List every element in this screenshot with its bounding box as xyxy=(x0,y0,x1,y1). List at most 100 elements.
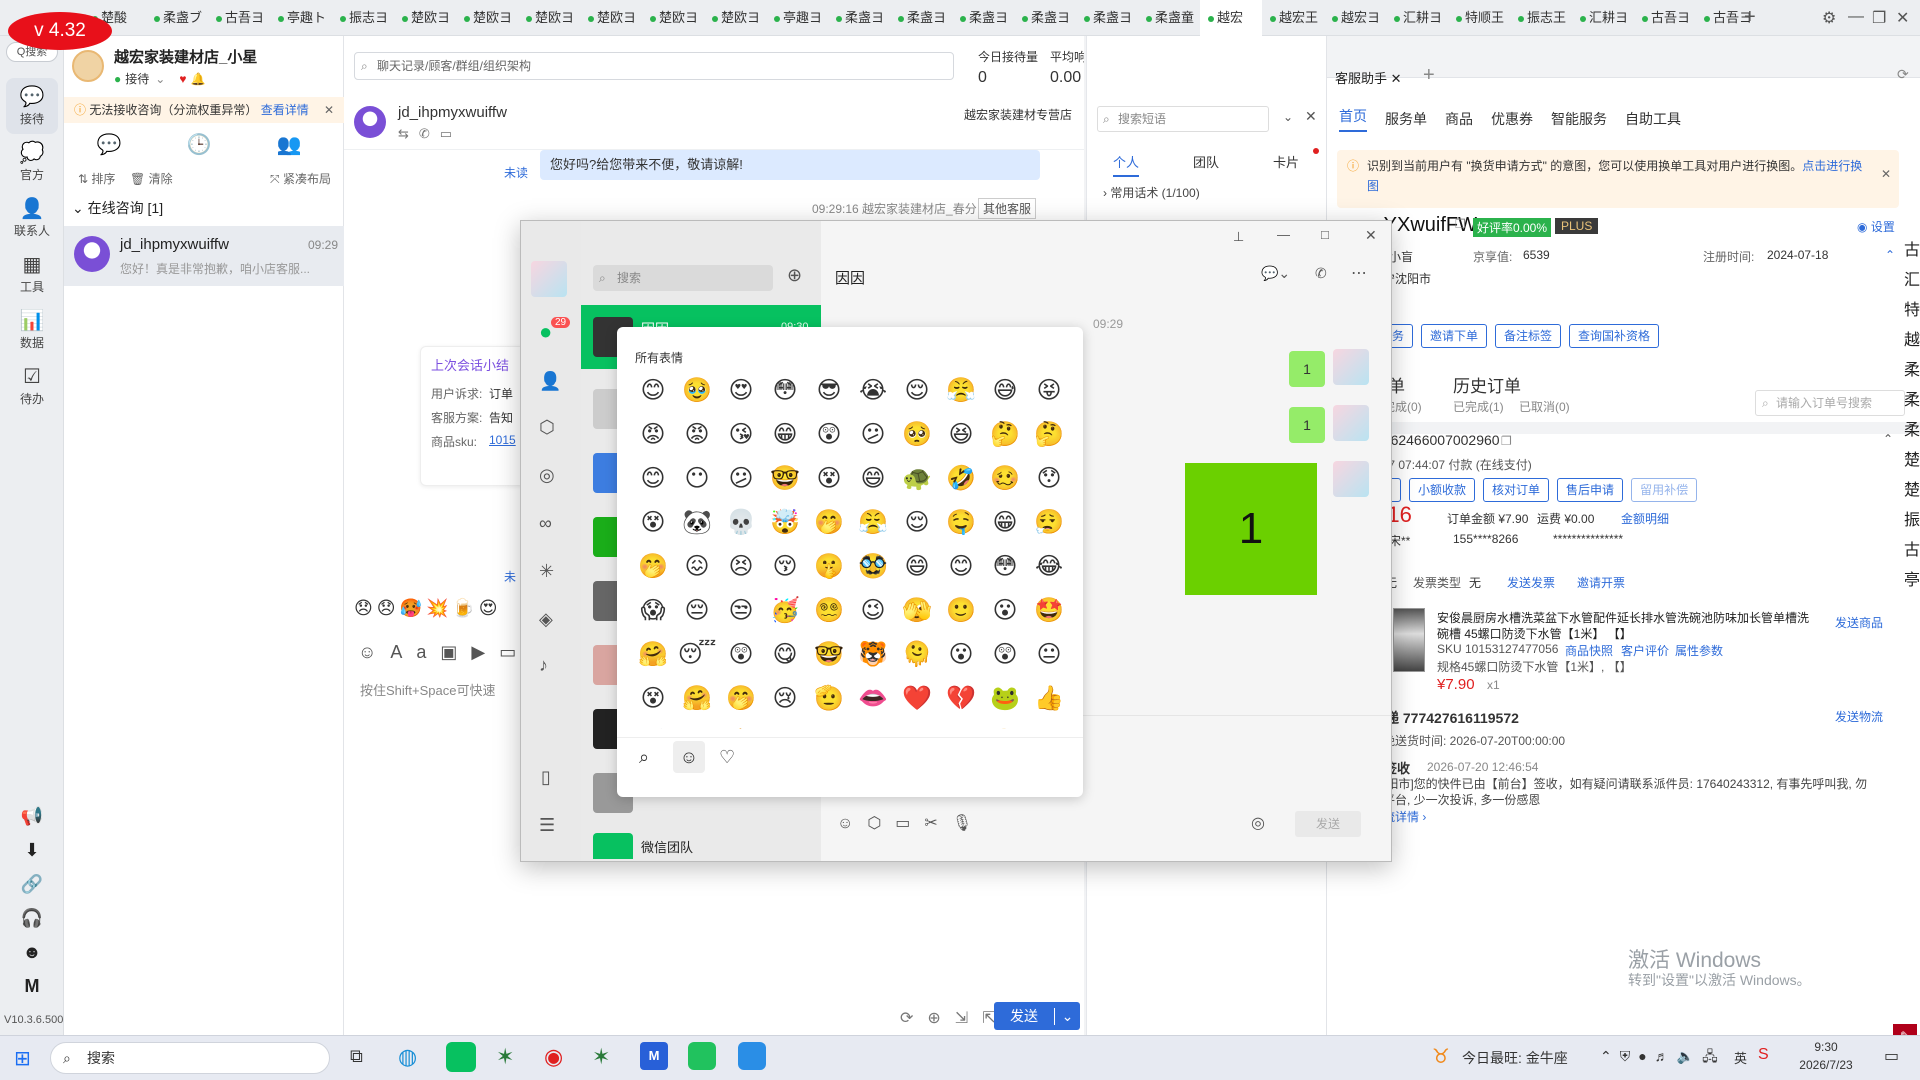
amount-detail-link[interactable]: 金额明细 xyxy=(1621,510,1669,527)
taskbar-search[interactable]: ⌕ 搜索 xyxy=(50,1042,330,1074)
phone-icon[interactable]: ▯ xyxy=(541,767,551,788)
close-button[interactable]: ✕ xyxy=(1365,227,1377,244)
emoji-item[interactable]: 🤩 xyxy=(1027,589,1071,633)
input-language[interactable]: 英 xyxy=(1734,1048,1747,1067)
emoji-item[interactable]: 😳 xyxy=(983,545,1027,589)
emoji-item[interactable]: 😌 xyxy=(895,369,939,413)
tab-item[interactable]: 亭趣ト xyxy=(270,0,332,36)
order-search-input[interactable]: ⌕ 请输入订单号搜索 xyxy=(1755,390,1905,416)
listen-icon[interactable]: ♪ xyxy=(539,655,548,676)
emoji-item[interactable]: 👋 xyxy=(807,721,851,729)
emoji-item[interactable]: 😣 xyxy=(719,545,763,589)
m-icon[interactable]: M xyxy=(20,976,44,997)
emoji-item[interactable]: 🤫 xyxy=(807,545,851,589)
tray-icons[interactable]: ⌃⛨●♬🔈🖧 xyxy=(1600,1046,1726,1070)
emoji-item[interactable]: 😁 xyxy=(983,501,1027,545)
nav-smart-service[interactable]: 智能服务 xyxy=(1551,109,1607,129)
tab-item[interactable]: 柔盏ヨ xyxy=(1014,0,1076,36)
m-app-icon[interactable]: M xyxy=(640,1042,668,1070)
emoji-item[interactable]: ✌️ xyxy=(719,721,763,729)
emoji-item[interactable]: 😵 xyxy=(631,501,675,545)
layout-button[interactable]: ⤧ 紧凑布局 xyxy=(270,170,331,187)
emoji-item[interactable]: ✊ xyxy=(851,721,895,729)
emoji-item[interactable]: 😁 xyxy=(763,413,807,457)
link-icon[interactable]: 🔗 xyxy=(20,874,44,895)
tab-item[interactable]: 楚欧ヨ xyxy=(394,0,456,36)
session-tab-colleague[interactable]: 👥 xyxy=(254,132,324,157)
settings-icon[interactable]: ⚙ xyxy=(1822,8,1836,28)
emoji-item[interactable]: ☕ xyxy=(1027,721,1071,729)
overflow-tab-label[interactable]: 特 xyxy=(1904,296,1920,326)
emoji-item[interactable]: ❤️ xyxy=(895,677,939,721)
contacts-icon[interactable]: 👤 xyxy=(539,371,561,392)
tab-item[interactable]: 亭趣ヨ xyxy=(766,0,828,36)
session-tab-history[interactable]: 🕒 xyxy=(164,132,234,157)
taskbar-news[interactable]: 今日最旺: 金牛座 xyxy=(1462,1048,1568,1068)
moments-icon[interactable]: ◎ xyxy=(539,465,555,486)
box-icon[interactable]: ⬡ xyxy=(539,417,555,438)
search-icon[interactable]: ⌕ xyxy=(639,747,649,768)
emoji-item[interactable]: 🤭 xyxy=(631,545,675,589)
emoji-item[interactable]: 🥹 xyxy=(675,369,719,413)
emoji-item[interactable]: 🙌 xyxy=(895,721,939,729)
emoji-item[interactable]: 🥳 xyxy=(763,589,807,633)
clear-button[interactable]: 🗑 清除 xyxy=(130,170,173,187)
app-icon[interactable]: ◉ xyxy=(544,1044,563,1070)
tab-item[interactable]: 汇耕ヨ xyxy=(1386,0,1448,36)
emoji-item[interactable]: 🐯 xyxy=(851,633,895,677)
wechat-search-input[interactable]: ⌕ 搜索 xyxy=(593,265,773,291)
tab-item[interactable]: 柔盏ヨ xyxy=(828,0,890,36)
minimize-button[interactable]: — xyxy=(1277,227,1290,242)
assistant-tab[interactable]: 客服助手 ✕ xyxy=(1335,68,1402,87)
restore-button[interactable]: ❐ xyxy=(1872,8,1886,28)
emoji-item[interactable]: 🥺 xyxy=(895,413,939,457)
emoji-item[interactable]: 😒 xyxy=(719,589,763,633)
nav-home[interactable]: 首页 xyxy=(1339,106,1367,132)
overflow-tab-label[interactable]: 汇 xyxy=(1904,266,1920,296)
tab-item[interactable]: 古吾ヨ xyxy=(208,0,270,36)
overflow-tab-label[interactable]: 古 xyxy=(1904,236,1920,266)
emoji-item[interactable]: 😡 xyxy=(675,413,719,457)
quick-emoji-bar[interactable]: 😞😞🥵💥🍺😍 xyxy=(354,598,502,619)
emoji-item[interactable]: 😮 xyxy=(983,589,1027,633)
emoji-item[interactable]: 🤗 xyxy=(675,677,719,721)
ime-icon[interactable]: S xyxy=(1758,1046,1769,1064)
overflow-tab-label[interactable]: 柔 xyxy=(1904,386,1920,416)
emoji-item[interactable]: 🤤 xyxy=(939,501,983,545)
emoji-item[interactable]: 🐼 xyxy=(675,501,719,545)
task-view-icon[interactable]: ⧉ xyxy=(350,1046,363,1067)
send-product-link[interactable]: 发送商品 xyxy=(1835,614,1883,631)
emoji-item[interactable]: 😊 xyxy=(631,457,675,501)
overflow-tab-label[interactable]: 楚 xyxy=(1904,446,1920,476)
emoji-item[interactable]: 🥸 xyxy=(851,545,895,589)
close-icon[interactable]: ✕ xyxy=(324,97,334,123)
emoji-item[interactable]: 🐢 xyxy=(895,457,939,501)
tab-item[interactable]: 越宏 xyxy=(1200,0,1262,36)
emoji-item[interactable]: 🤭 xyxy=(807,501,851,545)
sticker-image[interactable]: 1 xyxy=(1185,463,1317,595)
session-tab-current[interactable]: 💬 xyxy=(74,132,144,157)
nav-self-tool[interactable]: 自助工具 xyxy=(1625,109,1681,129)
tab-item[interactable]: 楚欧ヨ xyxy=(642,0,704,36)
remark-tag-button[interactable]: 备注标签 xyxy=(1495,324,1562,348)
emoji-tab-icon[interactable]: ☺ xyxy=(673,741,705,773)
add-icon[interactable]: ⊕ xyxy=(787,265,802,286)
filter-cancelled[interactable]: 已取消(0) xyxy=(1519,398,1570,415)
emoji-item[interactable]: 🤓 xyxy=(807,633,851,677)
emoji-item[interactable]: 👆 xyxy=(939,721,983,729)
headset-icon[interactable]: 🎧 xyxy=(20,908,44,929)
add-tab-button[interactable]: + xyxy=(1423,64,1435,87)
warning-link[interactable]: 查看详情 xyxy=(261,103,309,117)
overflow-tab-label[interactable]: 亭 xyxy=(1904,566,1920,596)
settings-link[interactable]: ◉ 设置 xyxy=(1857,218,1895,235)
session-item[interactable]: jd_ihpmyxwuiffw 09:29 您好！真是非常抱歉，咱小店客服... xyxy=(64,226,344,286)
emoji-item[interactable]: 😵‍💫 xyxy=(807,589,851,633)
snapshot-link[interactable]: 商品快照 xyxy=(1565,642,1613,659)
chevron-up-icon[interactable]: ⌃ xyxy=(1885,248,1895,262)
emoji-item[interactable]: 🫡 xyxy=(807,677,851,721)
chevron-down-icon[interactable]: ⌄ xyxy=(1054,1007,1080,1025)
rail-item-data[interactable]: 📊 数据 xyxy=(0,302,64,358)
tab-item[interactable]: 越宏王 xyxy=(1262,0,1324,36)
emoji-item[interactable]: 💀 xyxy=(719,501,763,545)
windows-start-icon[interactable]: ⊞ xyxy=(14,1046,31,1071)
